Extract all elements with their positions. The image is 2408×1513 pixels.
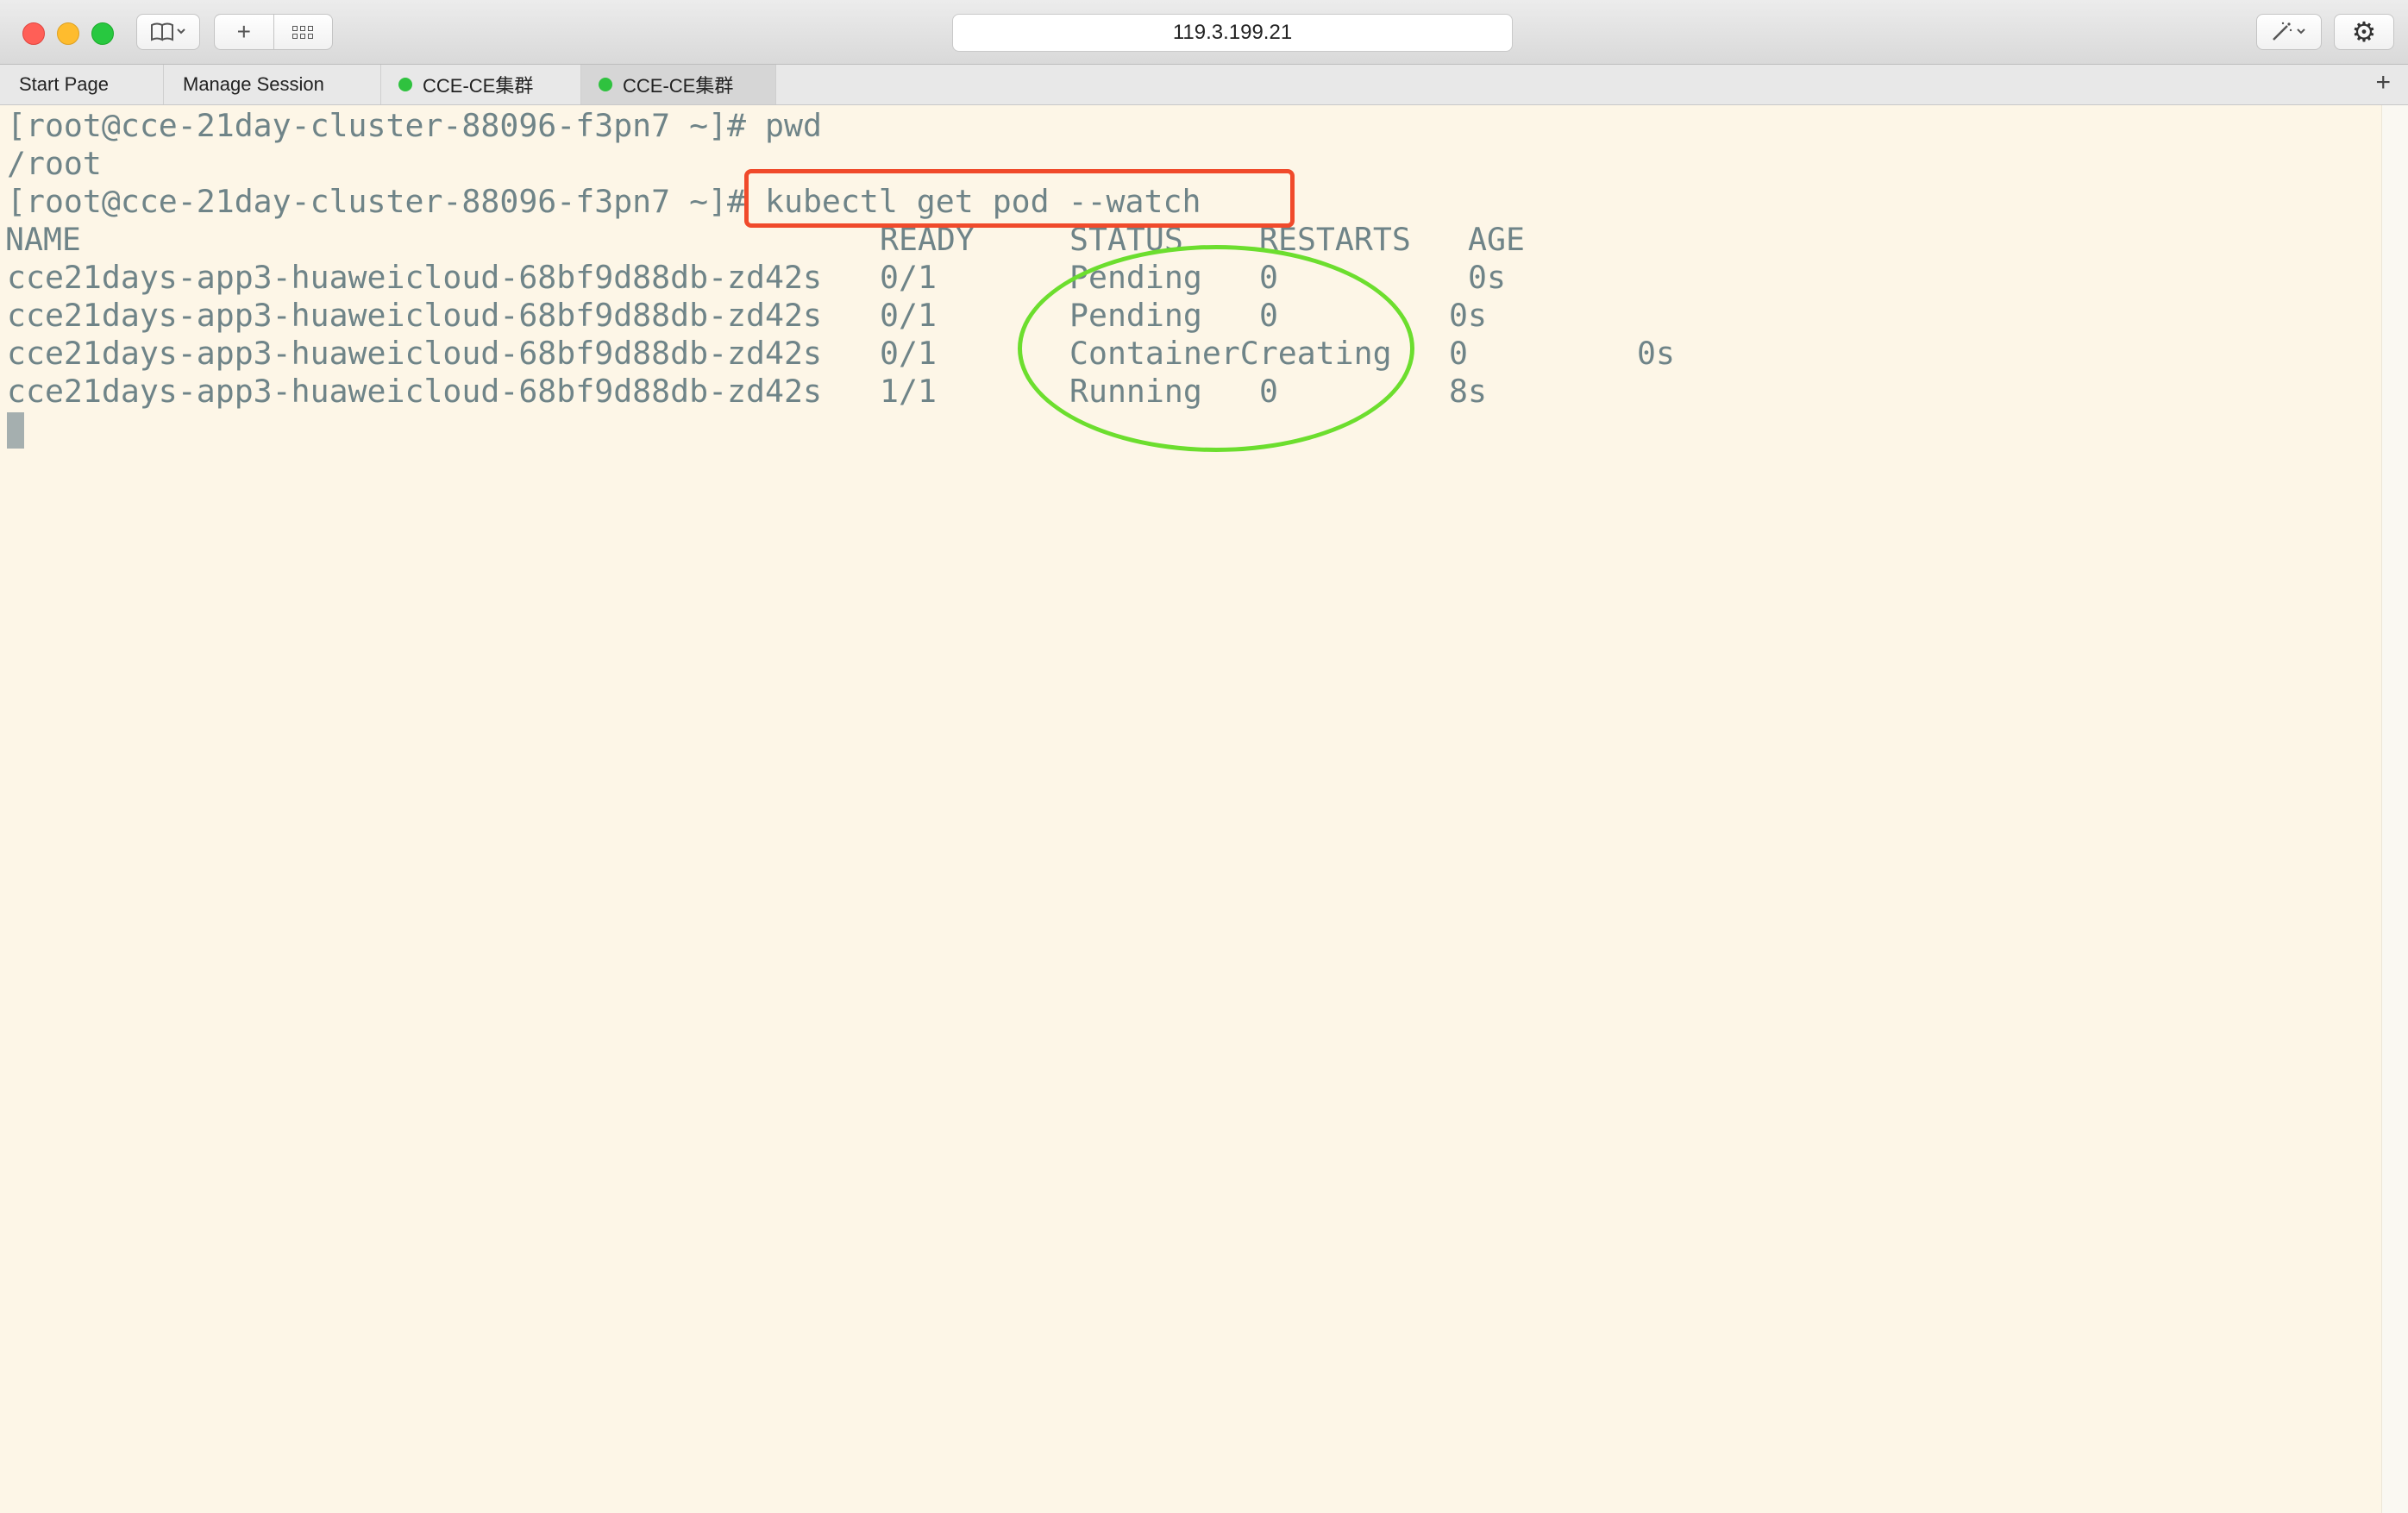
settings-button[interactable]: ⚙: [2334, 14, 2394, 50]
close-window-button[interactable]: [22, 22, 45, 45]
address-field[interactable]: 119.3.199.21: [952, 14, 1513, 52]
terminal-cursor: [7, 412, 24, 449]
grid-icon: [292, 25, 314, 39]
tab-manage-session[interactable]: Manage Session: [164, 65, 381, 104]
pod-restarts: 0: [1449, 335, 1468, 372]
pod-age: 8s: [1449, 373, 1487, 410]
pod-ready: 0/1: [880, 259, 937, 296]
add-tab-button[interactable]: +: [2375, 68, 2391, 97]
terminal-line: [root@cce-21day-cluster-88096-f3pn7 ~]# …: [7, 107, 822, 144]
pod-age: 0s: [1468, 259, 1506, 296]
connected-status-dot: [599, 78, 612, 91]
zoom-window-button[interactable]: [91, 22, 114, 45]
table-row: cce21days-app3-huaweicloud-68bf9d88db-zd…: [0, 373, 1725, 411]
tab-start-page[interactable]: Start Page: [0, 65, 164, 104]
table-row: cce21days-app3-huaweicloud-68bf9d88db-zd…: [0, 259, 1725, 297]
pod-name: cce21days-app3-huaweicloud-68bf9d88db-zd…: [7, 373, 822, 410]
plus-icon: +: [236, 18, 251, 45]
tab-cce-session-1[interactable]: CCE-CE集群: [381, 65, 581, 104]
terminal-scrollbar[interactable]: [2381, 105, 2408, 1513]
connected-status-dot: [398, 78, 412, 91]
status-highlight-annotation: [1018, 245, 1414, 452]
pod-name: cce21days-app3-huaweicloud-68bf9d88db-zd…: [7, 335, 822, 372]
table-row: cce21days-app3-huaweicloud-68bf9d88db-zd…: [0, 335, 1725, 373]
pod-ready: 1/1: [880, 373, 937, 410]
new-tab-button[interactable]: +: [215, 15, 273, 49]
table-row: cce21days-app3-huaweicloud-68bf9d88db-zd…: [0, 297, 1725, 335]
tab-label: Start Page: [19, 73, 109, 95]
tab-label: CCE-CE集群: [423, 75, 534, 97]
pod-ready: 0/1: [880, 297, 937, 334]
bookmarks-menu-button[interactable]: [136, 14, 200, 50]
address-text: 119.3.199.21: [1172, 21, 1293, 44]
tab-label: Manage Session: [183, 73, 324, 95]
show-all-tabs-button[interactable]: [273, 15, 333, 49]
pod-name: cce21days-app3-huaweicloud-68bf9d88db-zd…: [7, 297, 822, 334]
title-bar: + 119.3.199.21 ⚙: [0, 0, 2408, 65]
terminal-line: /root: [7, 145, 102, 182]
tab-bar: Start Page Manage Session CCE-CE集群 CCE-C…: [0, 65, 2408, 105]
command-highlight-annotation: [744, 169, 1295, 228]
magic-wand-menu-button[interactable]: [2256, 14, 2322, 50]
book-icon: [151, 22, 185, 41]
gear-icon: ⚙: [2351, 16, 2377, 48]
magic-wand-icon: [2273, 22, 2305, 41]
pod-name: cce21days-app3-huaweicloud-68bf9d88db-zd…: [7, 259, 822, 296]
pod-age: 0s: [1637, 335, 1675, 372]
tab-actions-group: +: [214, 14, 333, 50]
column-header-name: NAME: [5, 221, 81, 258]
pod-ready: 0/1: [880, 335, 937, 372]
tab-label: CCE-CE集群: [623, 75, 734, 97]
column-header-age: AGE: [1468, 221, 1525, 258]
tab-cce-session-2[interactable]: CCE-CE集群: [581, 65, 776, 104]
minimize-window-button[interactable]: [57, 22, 79, 45]
pod-age: 0s: [1449, 297, 1487, 334]
